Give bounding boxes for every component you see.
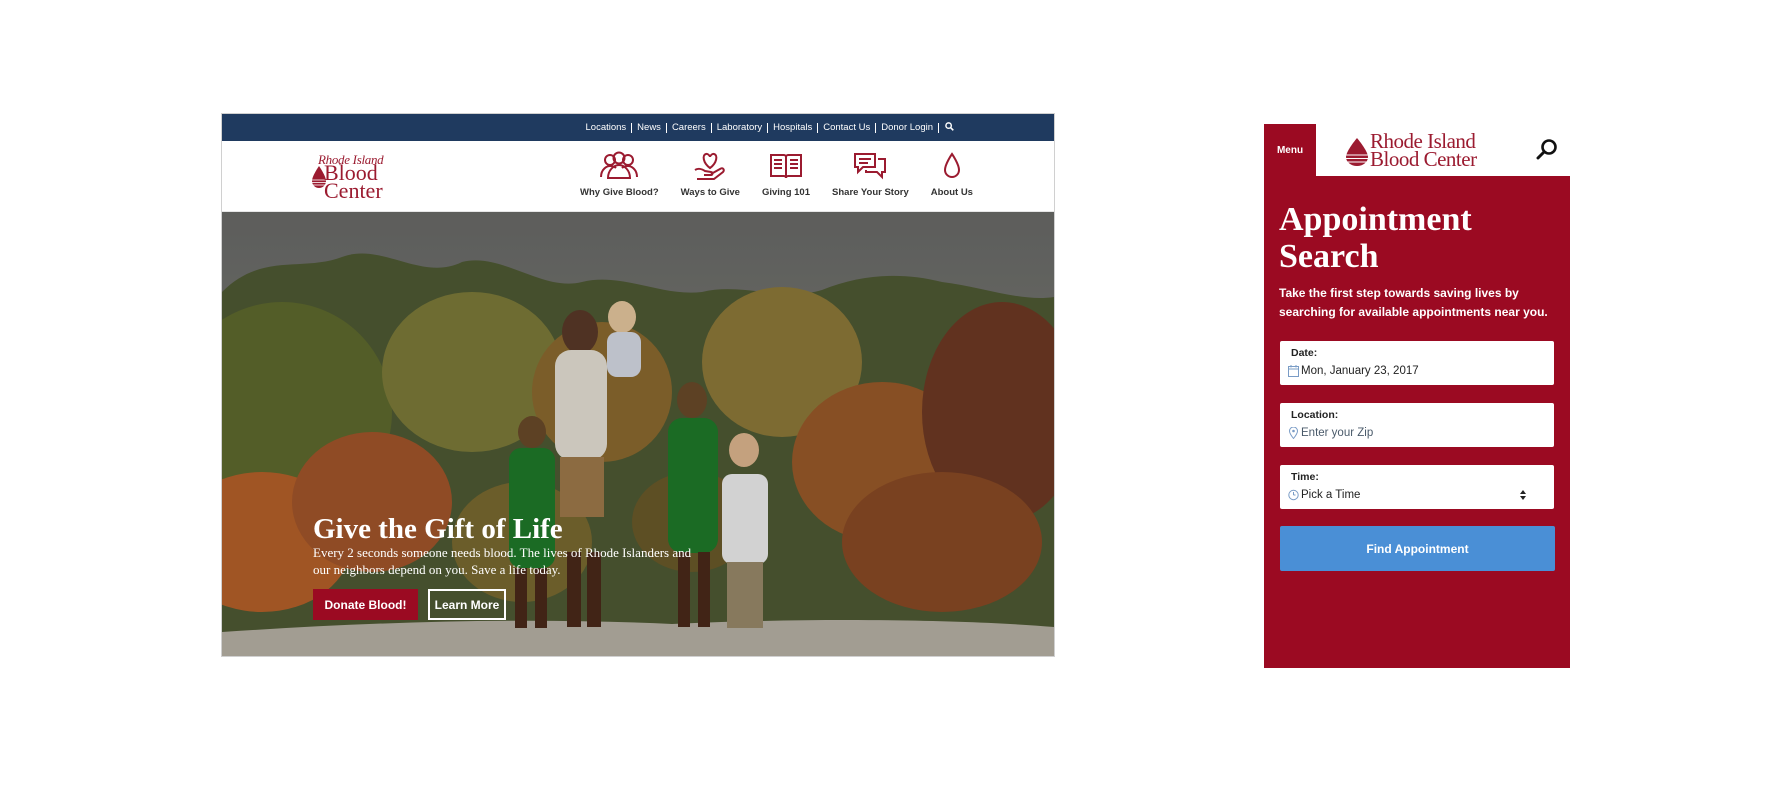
learn-more-button[interactable]: Learn More [428, 589, 506, 620]
hero-title: Give the Gift of Life [313, 513, 563, 545]
site-logo[interactable]: Rhode Island Blood Center [1344, 130, 1504, 170]
nav-label: Why Give Blood? [580, 187, 659, 198]
blood-drop-logo-icon [1346, 138, 1368, 166]
heart-hand-icon [694, 152, 726, 180]
nav-label: About Us [930, 187, 973, 198]
nav-share-your-story[interactable]: Share Your Story [832, 151, 909, 198]
time-field[interactable]: Time: Pick a Time [1280, 465, 1554, 509]
book-icon [769, 154, 802, 179]
site-logo[interactable]: Rhode Island Blood Center [312, 152, 392, 202]
nav-giving-101[interactable]: Giving 101 [762, 151, 810, 198]
blood-drop-icon [943, 152, 960, 178]
menu-button[interactable]: Menu [1264, 124, 1316, 176]
hero-subtitle: Every 2 seconds someone needs blood. The… [313, 545, 692, 577]
hero-banner: Give the Gift of Life Every 2 seconds so… [222, 212, 1054, 656]
utility-link-contact[interactable]: Contact Us [818, 122, 877, 133]
desktop-mockup: Locations News Careers Laboratory Hospit… [221, 113, 1055, 657]
time-label: Time: [1291, 471, 1319, 483]
clock-icon [1288, 489, 1299, 501]
utility-link-hospitals[interactable]: Hospitals [768, 122, 819, 133]
location-label: Location: [1291, 409, 1339, 421]
speech-bubbles-icon [854, 153, 887, 180]
nav-label: Share Your Story [832, 187, 909, 198]
utility-link-news[interactable]: News [632, 122, 667, 133]
nav-label: Giving 101 [761, 187, 811, 198]
nav-label: Ways to Give [680, 187, 740, 198]
logo-line-2: Blood Center [1370, 147, 1477, 171]
main-nav: Rhode Island Blood Center Why Give Blood… [222, 141, 1054, 212]
logo-line-3: Center [324, 178, 383, 203]
utility-link-laboratory[interactable]: Laboratory [712, 122, 769, 133]
nav-why-give-blood[interactable]: Why Give Blood? [580, 151, 659, 198]
search-icon[interactable] [1536, 138, 1558, 160]
utility-link-locations[interactable]: Locations [581, 122, 633, 133]
people-icon [600, 151, 639, 179]
utility-link-careers[interactable]: Careers [667, 122, 712, 133]
page-description: Take the first step towards saving lives… [1279, 286, 1548, 319]
calendar-icon [1288, 365, 1299, 377]
mobile-mockup: Menu Rhode Island Blood Center Appointme… [1264, 124, 1570, 668]
page-title: Appointment Search [1279, 201, 1472, 275]
time-select[interactable]: Pick a Time [1301, 489, 1360, 501]
date-label: Date: [1291, 347, 1318, 359]
select-arrows-icon [1520, 490, 1526, 500]
find-appointment-button[interactable]: Find Appointment [1280, 526, 1555, 571]
nav-about-us[interactable]: About Us [931, 151, 973, 198]
donate-blood-button[interactable]: Donate Blood! [313, 589, 418, 620]
nav-ways-to-give[interactable]: Ways to Give [681, 151, 740, 198]
primary-nav: Why Give Blood? Ways to Give Giving 101 … [580, 151, 995, 198]
date-field[interactable]: Date: Mon, January 23, 2017 [1280, 341, 1554, 385]
mobile-header: Menu Rhode Island Blood Center [1264, 124, 1570, 176]
utility-link-donor-login[interactable]: Donor Login [876, 122, 939, 133]
utility-bar: Locations News Careers Laboratory Hospit… [222, 114, 1054, 141]
map-pin-icon [1288, 427, 1299, 439]
date-value: Mon, January 23, 2017 [1301, 365, 1419, 377]
location-field[interactable]: Location: Enter your Zip [1280, 403, 1554, 447]
zip-input[interactable]: Enter your Zip [1301, 427, 1373, 439]
search-icon[interactable] [939, 122, 954, 133]
